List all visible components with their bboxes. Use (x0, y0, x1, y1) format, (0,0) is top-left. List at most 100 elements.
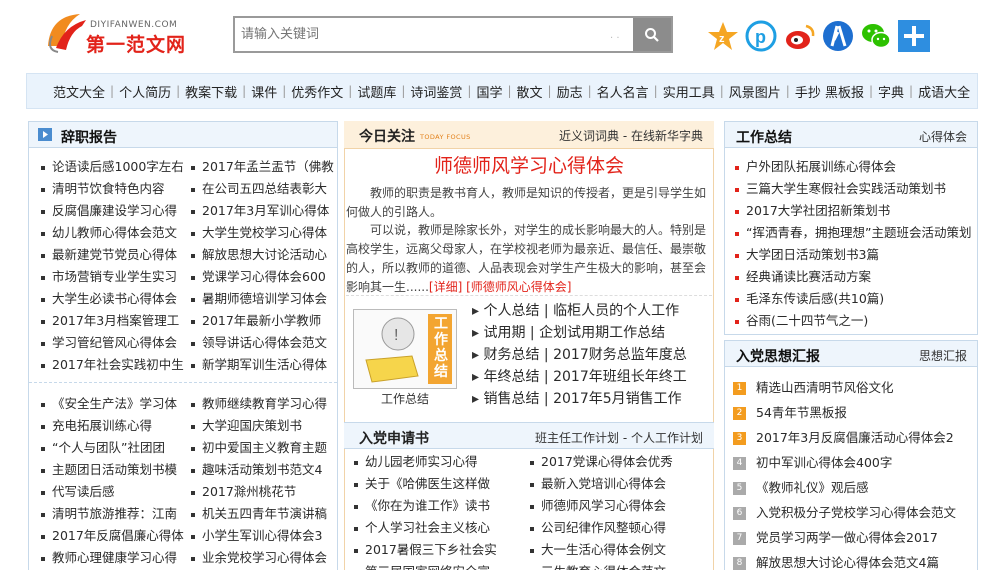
search-button[interactable] (633, 18, 671, 51)
list-item[interactable]: 2017年孟兰盂节（佛教 (191, 156, 336, 178)
list-item[interactable]: 个人学习社会主义核心 (354, 517, 534, 539)
list-item[interactable]: 2017滁州桃花节 (191, 481, 336, 503)
list-item[interactable]: 在公司五四总结表彰大 (191, 178, 336, 200)
list-item[interactable]: 大一生活心得体会例文 (530, 539, 712, 561)
list-item[interactable]: 6 入党积极分子党校学习心得体会范文 (733, 500, 977, 525)
list-item[interactable]: 户外团队拓展训练心得体会 (735, 156, 975, 178)
featured-title[interactable]: 2017年班组长年终工 (553, 369, 687, 385)
featured-category[interactable]: 年终总结 (483, 369, 539, 385)
list-item[interactable]: 市场营销专业学生实习 (41, 266, 189, 288)
nav-item[interactable]: 试题库 (357, 82, 396, 101)
list-item[interactable]: 师德师风学习心得体会 (530, 495, 712, 517)
star-icon[interactable]: z (707, 20, 739, 52)
list-item[interactable]: 清明节饮食特色内容 (41, 178, 189, 200)
list-item[interactable]: 2017年最新小学教师 (191, 310, 336, 332)
featured-title[interactable]: 企划试用期工作总结 (539, 325, 665, 341)
featured-row[interactable]: ▸ 年终总结 | 2017年班组长年终工 (472, 366, 712, 388)
list-item[interactable]: 最新入党培训心得体会 (530, 473, 712, 495)
featured-category[interactable]: 财务总结 (483, 347, 539, 363)
list-item[interactable]: 教师继续教育学习心得 (191, 393, 336, 415)
featured-row[interactable]: ▸ 个人总结 | 临柜人员的个人工作 (472, 300, 712, 322)
featured-title[interactable]: 2017财务总监年度总 (553, 347, 687, 363)
nav-item[interactable]: 散文 (517, 82, 543, 101)
featured-category[interactable]: 试用期 (483, 325, 525, 341)
list-item[interactable]: 2017年社会实践初中生 (41, 354, 189, 376)
nav-item[interactable]: 成语大全 (918, 82, 970, 101)
featured-category[interactable]: 个人总结 (483, 303, 539, 319)
nav-item[interactable]: 诗词鉴赏 (410, 82, 462, 101)
list-item[interactable]: 大学生必读书心得体会 (41, 288, 189, 310)
featured-row[interactable]: ▸ 财务总结 | 2017财务总监年度总 (472, 344, 712, 366)
list-item[interactable]: 4 初中军训心得体会400字 (733, 450, 977, 475)
list-item[interactable]: 趣味活动策划书范文4 (191, 459, 336, 481)
list-item[interactable]: 解放思想大讨论活动心 (191, 244, 336, 266)
list-item[interactable]: 大学迎国庆策划书 (191, 415, 336, 437)
featured-category[interactable]: 销售总结 (483, 391, 539, 407)
plus-icon[interactable] (898, 20, 930, 52)
list-item[interactable]: 8 解放思想大讨论心得体会范文4篇 (733, 550, 977, 570)
renren-icon[interactable] (822, 20, 854, 52)
list-item[interactable]: 幼儿教师心得体会范文 (41, 222, 189, 244)
right-box2-more[interactable]: 思想汇报 (919, 347, 967, 364)
nav-item[interactable]: 教案下载 (185, 82, 237, 101)
list-item[interactable]: 毛泽东传读后感(共10篇) (735, 288, 975, 310)
nav-item[interactable]: 优秀作文 (291, 82, 343, 101)
wechat-icon[interactable] (860, 20, 892, 52)
list-item[interactable]: 三篇大学生寒假社会实践活动策划书 (735, 178, 975, 200)
list-item[interactable]: 经典诵读比赛活动方案 (735, 266, 975, 288)
nav-item[interactable]: 风景图片 (729, 82, 781, 101)
list-item[interactable]: 学习管纪管风心得体会 (41, 332, 189, 354)
dictionary-links[interactable]: 近义词词典 - 在线新华字典 (559, 127, 703, 144)
list-item[interactable]: 大学团日活动策划书3篇 (735, 244, 975, 266)
section2-title[interactable]: 入党申请书 (359, 428, 429, 448)
nav-item[interactable]: 课件 (251, 82, 277, 101)
list-item[interactable]: 7 党员学习两学一做心得体会2017 (733, 525, 977, 550)
related-link[interactable]: [师德师风心得体会] (466, 280, 571, 294)
list-item[interactable]: 新学期军训生活心得体 (191, 354, 336, 376)
list-item[interactable]: 《安全生产法》学习体 (41, 393, 189, 415)
list-item[interactable]: 2017年3月军训心得体 (191, 200, 336, 222)
list-item[interactable]: 充电拓展训练心得 (41, 415, 189, 437)
list-item[interactable]: 教师心理健康学习心得 (41, 547, 189, 569)
list-item[interactable]: 《你在为谁工作》读书 (354, 495, 534, 517)
list-item[interactable]: 幼儿园老师实习心得 (354, 451, 534, 473)
featured-row[interactable]: ▸ 销售总结 | 2017年5月销售工作 (472, 388, 712, 410)
detail-link[interactable]: [详细] (429, 280, 462, 294)
list-item[interactable]: 机关五四青年节演讲稿 (191, 503, 336, 525)
nav-item[interactable]: 个人简历 (119, 82, 171, 101)
list-item[interactable]: 大学生党校学习心得体 (191, 222, 336, 244)
list-item[interactable]: 5 《教师礼仪》观后感 (733, 475, 977, 500)
list-item[interactable]: 党课学习心得体会600 (191, 266, 336, 288)
list-item[interactable]: 谷雨(二十四节气之一) (735, 310, 975, 332)
list-item[interactable]: 2017大学社团招新策划书 (735, 200, 975, 222)
work-summary-image[interactable]: ! 工作总结 (353, 309, 457, 389)
section2-links[interactable]: 班主任工作计划 - 个人工作计划 (535, 429, 703, 446)
nav-item[interactable]: 字典 (878, 82, 904, 101)
list-item[interactable]: 关于《哈佛医生这样做 (354, 473, 534, 495)
list-item[interactable]: 3 2017年3月反腐倡廉活动心得体会2 (733, 425, 977, 450)
featured-row[interactable]: ▸ 试用期 | 企划试用期工作总结 (472, 322, 712, 344)
nav-item[interactable]: 励志 (557, 82, 583, 101)
list-item[interactable]: 2017党课心得体会优秀 (530, 451, 712, 473)
list-item[interactable]: 2 54青年节黑板报 (733, 400, 977, 425)
list-item[interactable]: 2017年3月档案管理工 (41, 310, 189, 332)
featured-title[interactable]: 临柜人员的个人工作 (553, 303, 679, 319)
list-item[interactable]: 业余党校学习心得体会 (191, 547, 336, 569)
list-item[interactable]: 三生教育心得体会范文 (530, 561, 712, 570)
nav-item[interactable]: 名人名言 (597, 82, 649, 101)
list-item[interactable]: 初中爱国主义教育主题 (191, 437, 336, 459)
nav-item[interactable]: 范文大全 (53, 82, 105, 101)
list-item[interactable]: 清明节旅游推荐：江南 (41, 503, 189, 525)
list-item[interactable]: 最新建党节党员心得体 (41, 244, 189, 266)
list-item[interactable]: 主题团日活动策划书模 (41, 459, 189, 481)
weibo-icon[interactable] (784, 20, 816, 52)
right-box1-more[interactable]: 心得体会 (919, 128, 967, 145)
list-item[interactable]: 反腐倡廉建设学习心得 (41, 200, 189, 222)
list-item[interactable]: 1 精选山西清明节风俗文化 (733, 375, 977, 400)
list-item[interactable]: 公司纪律作风整顿心得 (530, 517, 712, 539)
list-item[interactable]: 暑期师德培训学习体会 (191, 288, 336, 310)
list-item[interactable]: “挥洒青春，拥抱理想”主题班会活动策划 (735, 222, 975, 244)
nav-item[interactable]: 手抄 黑板报 (795, 82, 864, 101)
nav-item[interactable]: 实用工具 (663, 82, 715, 101)
featured-title[interactable]: 2017年5月销售工作 (553, 391, 682, 407)
